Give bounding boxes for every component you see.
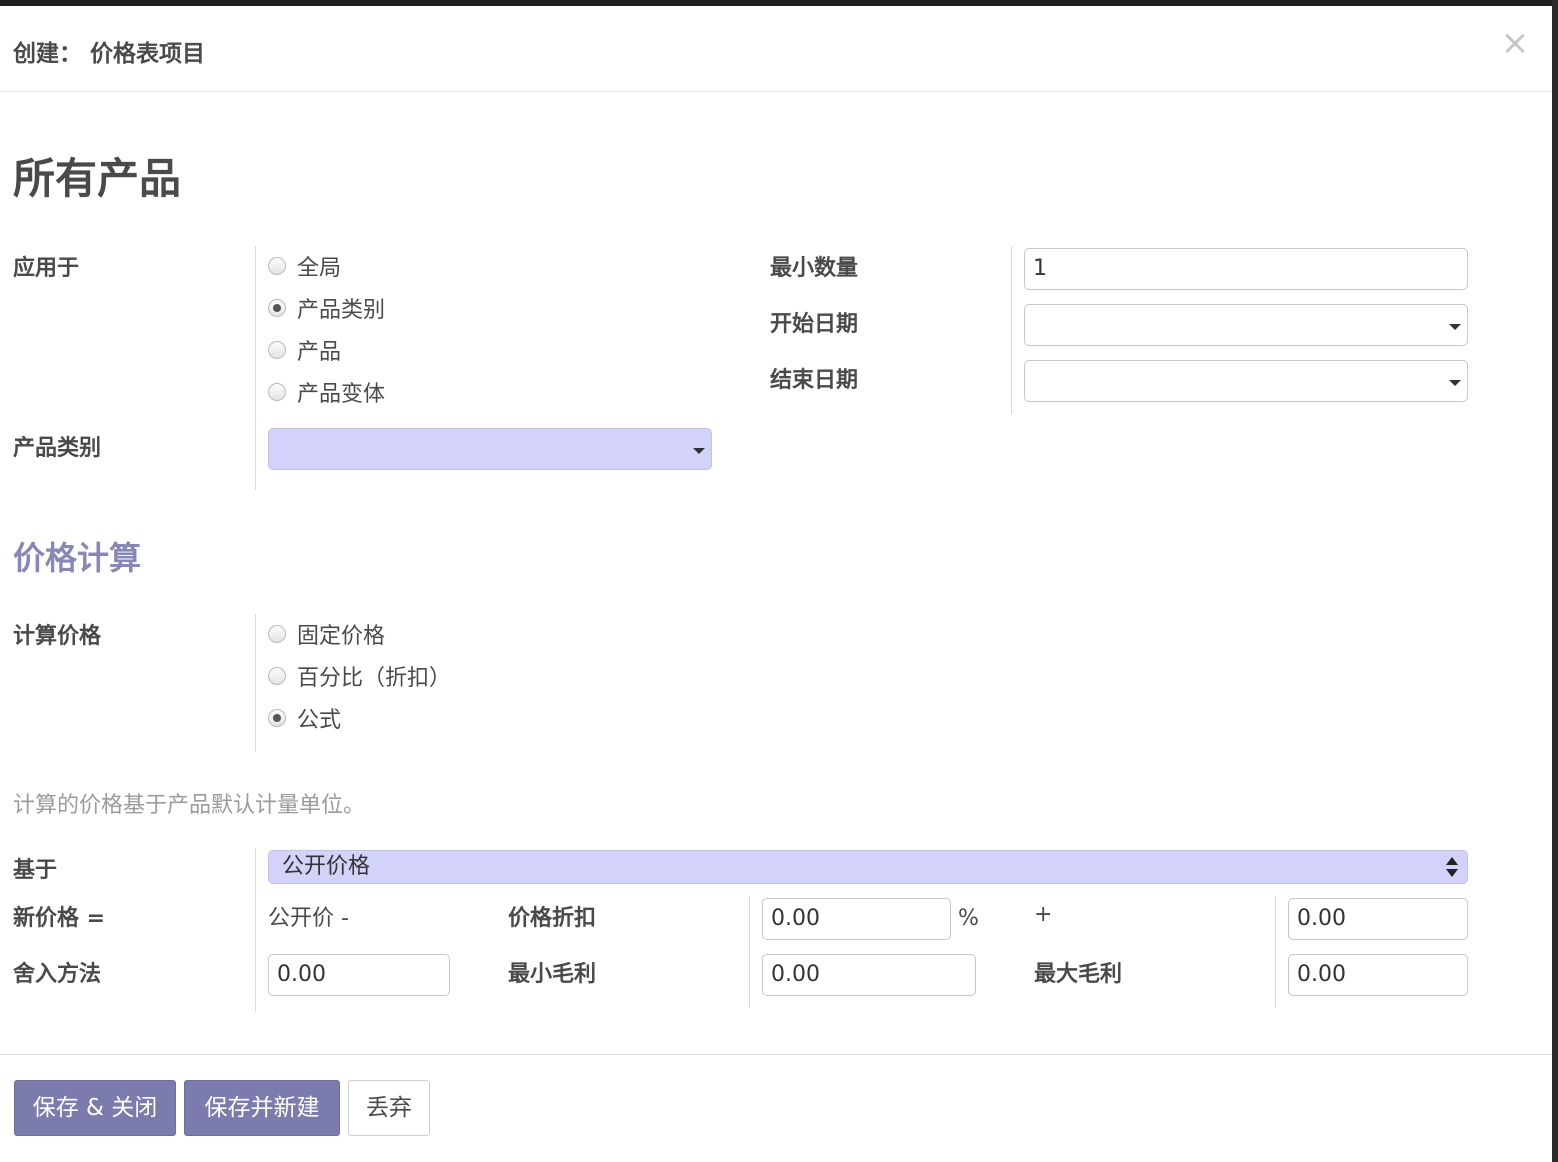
save-close-button[interactable]: 保存 & 关闭 (14, 1080, 176, 1136)
chevron-down-icon[interactable] (693, 448, 705, 454)
radio-button[interactable] (268, 383, 286, 401)
radio-apply-global[interactable]: 全局 (268, 250, 341, 282)
based-on-label: 基于 (13, 858, 58, 883)
radio-button-selected[interactable] (268, 709, 286, 727)
radio-compute-formula[interactable]: 公式 (268, 702, 341, 734)
based-on-select[interactable]: 公开价格 (268, 850, 1468, 884)
radio-button[interactable] (268, 341, 286, 359)
radio-button[interactable] (268, 257, 286, 275)
field-separator (255, 614, 256, 752)
radio-compute-fixed[interactable]: 固定价格 (268, 618, 385, 650)
radio-label: 产品类别 (297, 298, 386, 323)
field-separator (255, 246, 256, 490)
product-category-label: 产品类别 (13, 436, 102, 461)
section-title-price-computation: 价格计算 (13, 539, 142, 577)
min-margin-input[interactable]: 0.00 (762, 954, 976, 996)
field-separator (749, 896, 750, 1008)
radio-apply-category[interactable]: 产品类别 (268, 292, 385, 324)
compute-price-label: 计算价格 (13, 624, 102, 649)
window-top-edge (0, 0, 1558, 6)
percent-sign: % (958, 906, 979, 931)
radio-label: 产品 (297, 340, 342, 365)
field-separator (255, 848, 256, 1012)
footer-divider (0, 1054, 1552, 1055)
date-start-input[interactable] (1024, 304, 1468, 346)
field-separator (1275, 896, 1276, 1008)
based-on-value: 公开价格 (282, 854, 371, 879)
product-category-select[interactable] (268, 428, 712, 470)
chevron-down-icon[interactable] (1449, 324, 1461, 330)
save-new-button[interactable]: 保存并新建 (184, 1080, 340, 1136)
header-divider (0, 91, 1552, 92)
new-price-label: 新价格 = (13, 906, 106, 931)
max-margin-input[interactable]: 0.00 (1288, 954, 1468, 996)
close-icon[interactable]: × (1498, 26, 1532, 60)
radio-compute-percentage[interactable]: 百分比（折扣） (268, 660, 451, 692)
min-quantity-label: 最小数量 (770, 256, 859, 281)
radio-label: 固定价格 (297, 624, 386, 649)
record-title: 所有产品 (13, 154, 182, 203)
apply-on-label: 应用于 (13, 256, 80, 281)
surcharge-input[interactable]: 0.00 (1288, 898, 1468, 940)
min-margin-label: 最小毛利 (508, 962, 597, 987)
date-end-input[interactable] (1024, 360, 1468, 402)
date-start-label: 开始日期 (770, 312, 859, 337)
radio-label: 产品变体 (297, 382, 386, 407)
field-separator (1011, 246, 1012, 414)
rounding-input[interactable]: 0.00 (268, 954, 450, 996)
max-margin-label: 最大毛利 (1034, 962, 1123, 987)
date-end-label: 结束日期 (770, 368, 859, 393)
rounding-label: 舍入方法 (13, 962, 102, 987)
radio-label: 公式 (297, 708, 342, 733)
radio-button[interactable] (268, 667, 286, 685)
public-price-minus-text: 公开价 - (268, 906, 349, 931)
radio-apply-product[interactable]: 产品 (268, 334, 341, 366)
dialog-title: 创建： 价格表项目 (13, 41, 206, 67)
min-quantity-input[interactable]: 1 (1024, 248, 1468, 290)
discard-button[interactable]: 丢弃 (348, 1080, 430, 1136)
chevron-down-icon[interactable] (1449, 380, 1461, 386)
radio-button-selected[interactable] (268, 299, 286, 317)
radio-label: 百分比（折扣） (297, 666, 452, 691)
help-text: 计算的价格基于产品默认计量单位。 (13, 793, 366, 818)
radio-label: 全局 (297, 256, 342, 281)
radio-apply-variant[interactable]: 产品变体 (268, 376, 385, 408)
discount-input[interactable]: 0.00 (762, 898, 951, 940)
discount-label: 价格折扣 (508, 906, 597, 931)
scrollbar[interactable] (1552, 0, 1558, 1162)
plus-sign: + (1034, 902, 1053, 927)
radio-button[interactable] (268, 625, 286, 643)
updown-arrows-icon[interactable] (1446, 856, 1458, 878)
